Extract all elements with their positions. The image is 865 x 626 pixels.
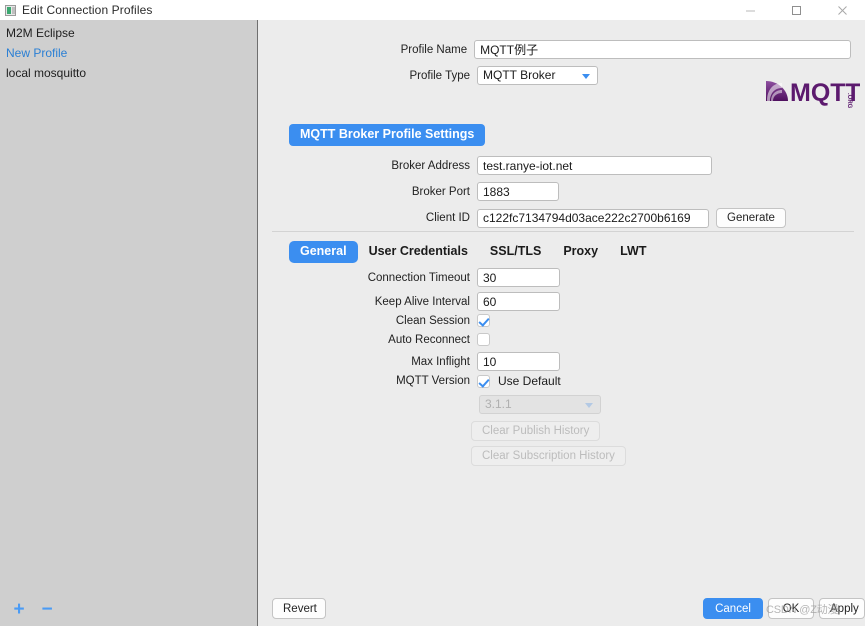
profile-type-label: Profile Type xyxy=(409,69,470,82)
clear-publish-history-button[interactable]: Clear Publish History xyxy=(471,421,601,441)
profiles-sidebar: M2M Eclipse New Profile local mosquitto … xyxy=(0,20,258,626)
broker-address-input[interactable] xyxy=(477,156,712,175)
auto-reconnect-row: Auto Reconnect xyxy=(259,333,490,346)
use-default-label: Use Default xyxy=(498,374,561,388)
window-title: Edit Connection Profiles xyxy=(22,3,153,17)
clear-subscription-history-button[interactable]: Clear Subscription History xyxy=(471,446,626,466)
keep-alive-label: Keep Alive Interval xyxy=(374,295,470,308)
cancel-button[interactable]: Cancel xyxy=(703,598,763,619)
mqtt-version-row: MQTT Version Use Default xyxy=(259,374,561,388)
keep-alive-input[interactable] xyxy=(477,292,560,311)
broker-settings-section-title: MQTT Broker Profile Settings xyxy=(289,124,486,146)
sidebar-item-local-mosquitto[interactable]: local mosquitto xyxy=(0,63,257,83)
profile-list: M2M Eclipse New Profile local mosquitto xyxy=(0,23,257,83)
sidebar-item-m2m-eclipse[interactable]: M2M Eclipse xyxy=(0,23,257,43)
broker-port-input[interactable] xyxy=(477,182,559,201)
client-id-row: Client ID Generate xyxy=(259,208,786,228)
sidebar-item-new-profile[interactable]: New Profile xyxy=(0,43,257,63)
tab-proxy[interactable]: Proxy xyxy=(552,241,609,263)
clear-publish-history-row: Clear Publish History xyxy=(471,421,601,441)
settings-tabs: General User Credentials SSL/TLS Proxy L… xyxy=(289,241,657,263)
profile-name-input[interactable] xyxy=(474,40,851,59)
window-controls xyxy=(727,0,865,20)
profile-name-label: Profile Name xyxy=(400,43,468,56)
close-icon[interactable] xyxy=(819,0,865,20)
clean-session-row: Clean Session xyxy=(259,314,490,327)
use-default-checkbox[interactable] xyxy=(477,374,490,388)
chevron-down-icon xyxy=(582,73,590,79)
max-inflight-row: Max Inflight xyxy=(259,352,560,371)
mqtt-version-select: 3.1.1 xyxy=(479,395,601,414)
auto-reconnect-checkbox[interactable] xyxy=(477,333,490,346)
connection-timeout-input[interactable] xyxy=(477,268,560,287)
mqtt-version-label: MQTT Version xyxy=(396,375,470,387)
broker-port-label: Broker Port xyxy=(411,185,470,198)
clean-session-checkbox[interactable] xyxy=(477,314,490,327)
profile-editor-panel: Profile Name Profile Type MQTT Broker xyxy=(259,20,865,626)
revert-button[interactable]: Revert xyxy=(272,598,326,619)
broker-settings-pill-label: MQTT Broker Profile Settings xyxy=(289,124,486,146)
app-icon xyxy=(5,4,16,16)
mqtt-org-logo: MQTT .ORG xyxy=(764,75,860,108)
profile-type-value: MQTT Broker xyxy=(483,68,556,82)
tab-ssl-tls[interactable]: SSL/TLS xyxy=(479,241,552,263)
client-id-label: Client ID xyxy=(425,212,470,224)
ok-button[interactable]: OK xyxy=(768,598,814,619)
profile-type-row: Profile Type MQTT Broker xyxy=(259,66,598,85)
max-inflight-label: Max Inflight xyxy=(259,356,477,368)
connection-timeout-row: Connection Timeout xyxy=(259,268,560,287)
section-divider xyxy=(272,231,854,232)
edit-connection-profiles-window: Edit Connection Profiles M2M Eclipse New… xyxy=(0,0,865,626)
tab-general[interactable]: General xyxy=(289,241,358,263)
generate-client-id-button[interactable]: Generate xyxy=(716,208,786,228)
clear-subscription-history-row: Clear Subscription History xyxy=(471,446,626,466)
broker-address-row: Broker Address xyxy=(259,156,712,175)
add-profile-button[interactable]: + xyxy=(6,596,32,622)
max-inflight-label-text: Max Inflight xyxy=(411,355,470,368)
profile-name-row: Profile Name xyxy=(259,40,851,59)
tab-user-credentials[interactable]: User Credentials xyxy=(358,241,479,263)
chevron-down-icon xyxy=(585,402,593,408)
apply-button[interactable]: Apply xyxy=(819,598,865,619)
title-bar: Edit Connection Profiles xyxy=(0,0,865,20)
auto-reconnect-label: Auto Reconnect xyxy=(388,333,470,346)
profile-type-select[interactable]: MQTT Broker xyxy=(477,66,598,85)
mqtt-version-select-row: 3.1.1 xyxy=(259,395,601,414)
broker-port-row: Broker Port xyxy=(259,182,559,201)
clean-session-label: Clean Session xyxy=(395,314,470,327)
dialog-footer: Revert Cancel OK Apply xyxy=(259,592,865,626)
connection-timeout-label: Connection Timeout xyxy=(367,271,470,284)
sidebar-footer: + − xyxy=(0,592,257,626)
client-id-input[interactable] xyxy=(477,208,709,228)
tab-lwt[interactable]: LWT xyxy=(609,241,657,263)
max-inflight-input[interactable] xyxy=(477,352,560,371)
keep-alive-row: Keep Alive Interval xyxy=(259,292,560,311)
broker-address-label: Broker Address xyxy=(391,159,470,172)
remove-profile-button[interactable]: − xyxy=(34,596,60,622)
svg-text:.ORG: .ORG xyxy=(846,93,852,108)
maximize-icon[interactable] xyxy=(773,0,819,20)
mqtt-version-value: 3.1.1 xyxy=(485,397,512,411)
minimize-icon[interactable] xyxy=(727,0,773,20)
